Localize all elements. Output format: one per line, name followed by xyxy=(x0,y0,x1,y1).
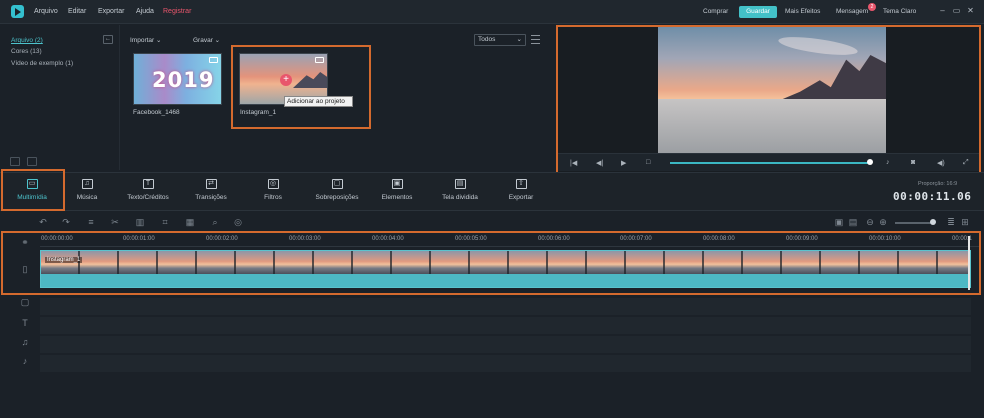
menu-arquivo[interactable]: Arquivo xyxy=(34,8,58,15)
tab-label: Elementos xyxy=(381,194,413,201)
settings-icon[interactable]: ≡ xyxy=(86,217,96,227)
library-sidebar xyxy=(0,25,120,170)
tab-label: Texto/Créditos xyxy=(127,194,169,201)
tab-label: Sobreposições xyxy=(315,194,359,201)
thumb-year-text: 2019 xyxy=(152,68,215,92)
aspect-ratio-label: Proporção: 16:9 xyxy=(918,181,958,187)
highlight-box-preview xyxy=(556,25,981,174)
record-voice-icon[interactable]: ◎ xyxy=(233,217,243,227)
filter-icon: ◎ xyxy=(267,179,279,189)
audio-track[interactable] xyxy=(40,355,971,372)
zoom-in-icon[interactable]: ⊕ xyxy=(878,217,888,227)
tab-transicoes[interactable]: ⇄ Transições xyxy=(185,173,237,211)
tab-label: Música xyxy=(76,194,98,201)
tab-texto-creditos[interactable]: T Texto/Créditos xyxy=(118,173,178,211)
elements-icon: ▣ xyxy=(391,179,403,189)
zoom-icon[interactable]: ⌕ xyxy=(210,217,220,227)
delete-icon[interactable]: ▥ xyxy=(135,217,145,227)
split-icon[interactable]: ▦ xyxy=(185,217,195,227)
messages-badge: 2 xyxy=(868,3,876,11)
sidebar-item-cores[interactable]: Cores (13) xyxy=(11,48,42,55)
menu-exportar[interactable]: Exportar xyxy=(98,8,124,15)
timeline-zoom-slider[interactable] xyxy=(895,222,935,224)
list-view-icon[interactable] xyxy=(531,35,540,44)
music-track-icon: ♫ xyxy=(21,337,29,347)
theme-toggle[interactable]: Tema Claro xyxy=(883,8,916,15)
tab-label: Tela dividida xyxy=(442,194,478,201)
media-thumb-label: Facebook_1468 xyxy=(133,109,180,116)
cut-icon[interactable]: ✂ xyxy=(110,217,120,227)
new-folder-icon[interactable] xyxy=(10,157,20,166)
text-track-icon: T xyxy=(22,318,28,328)
export-icon: ⇧ xyxy=(515,179,527,189)
music-track[interactable] xyxy=(40,336,971,353)
highlight-box-timeline xyxy=(1,231,981,295)
marker-icon[interactable]: ▤ xyxy=(848,217,858,227)
media-filter-select[interactable]: Todos ⌄ xyxy=(474,34,526,46)
edit-toolbar: ↶ ↷ ≡ ✂ ▥ ⌗ ▦ ⌕ ◎ ▣ ▤ ⊖ ⊕ ≣ ⊞ xyxy=(0,213,984,231)
audio-track-icon: ♪ xyxy=(22,356,28,366)
tab-label: Exportar xyxy=(508,194,534,201)
sidebar-item-video-exemplo[interactable]: Vídeo de exemplo (1) xyxy=(11,60,73,67)
render-icon[interactable]: ▣ xyxy=(834,217,844,227)
overlay-track-icon: ▢ xyxy=(20,297,30,307)
tab-elementos[interactable]: ▣ Elementos xyxy=(374,173,420,211)
redo-icon[interactable]: ↷ xyxy=(61,217,71,227)
layout-icon[interactable]: ⊞ xyxy=(960,217,970,227)
menu-bar: Arquivo Editar Exportar Ajuda Registrar … xyxy=(0,0,984,24)
tab-sobreposicoes[interactable]: ▢ Sobreposições xyxy=(305,173,369,211)
undo-icon[interactable]: ↶ xyxy=(38,217,48,227)
highlight-box-thumb xyxy=(231,45,371,129)
save-button[interactable]: Guardar xyxy=(739,6,777,18)
collapse-sidebar-icon[interactable]: ← xyxy=(103,35,113,44)
app-logo-icon xyxy=(11,5,24,18)
close-icon[interactable]: ✕ xyxy=(966,6,975,16)
text-track[interactable] xyxy=(40,317,971,334)
transition-icon: ⇄ xyxy=(205,179,217,189)
tab-filtros[interactable]: ◎ Filtros xyxy=(250,173,296,211)
tab-label: Transições xyxy=(195,194,227,201)
tab-tela-dividida[interactable]: ▤ Tela dividida xyxy=(432,173,488,211)
menu-registrar[interactable]: Registrar xyxy=(163,8,191,15)
overlay-track[interactable] xyxy=(40,298,971,315)
feature-tabs: ▭ Multimídia ♫ Música T Texto/Créditos ⇄ Tra… xyxy=(0,172,984,211)
delete-folder-icon[interactable] xyxy=(27,157,37,166)
highlight-box-multimidia xyxy=(1,169,65,211)
minimize-icon[interactable]: – xyxy=(938,6,947,16)
project-duration: 00:00:11.06 xyxy=(893,190,972,203)
grid-view-icon[interactable]: ≣ xyxy=(946,217,956,227)
video-type-icon xyxy=(209,57,218,63)
tab-musica[interactable]: ♫ Música xyxy=(64,173,110,211)
record-dropdown[interactable]: Gravar ⌄ xyxy=(193,36,220,44)
menu-ajuda[interactable]: Ajuda xyxy=(136,8,154,15)
crop-icon[interactable]: ⌗ xyxy=(160,217,170,227)
tab-label: Filtros xyxy=(264,194,282,201)
messages-button[interactable]: Mensagem xyxy=(836,8,868,15)
import-dropdown[interactable]: Importar ⌄ xyxy=(130,36,161,44)
split-screen-icon: ▤ xyxy=(454,179,466,189)
music-icon: ♫ xyxy=(81,179,93,189)
maximize-icon[interactable]: ▭ xyxy=(952,6,961,16)
media-thumb-facebook[interactable]: 2019 xyxy=(133,53,222,105)
zoom-out-icon[interactable]: ⊖ xyxy=(865,217,875,227)
timeline-zoom-knob[interactable] xyxy=(930,219,936,225)
buy-button[interactable]: Comprar xyxy=(703,8,728,15)
overlay-icon: ▢ xyxy=(331,179,343,189)
sidebar-item-arquivo[interactable]: Arquivo (2) xyxy=(11,37,43,44)
tab-exportar[interactable]: ⇧ Exportar xyxy=(498,173,544,211)
menu-editar[interactable]: Editar xyxy=(68,8,86,15)
text-icon: T xyxy=(142,179,154,189)
more-effects-button[interactable]: Mais Efeitos xyxy=(785,8,820,15)
